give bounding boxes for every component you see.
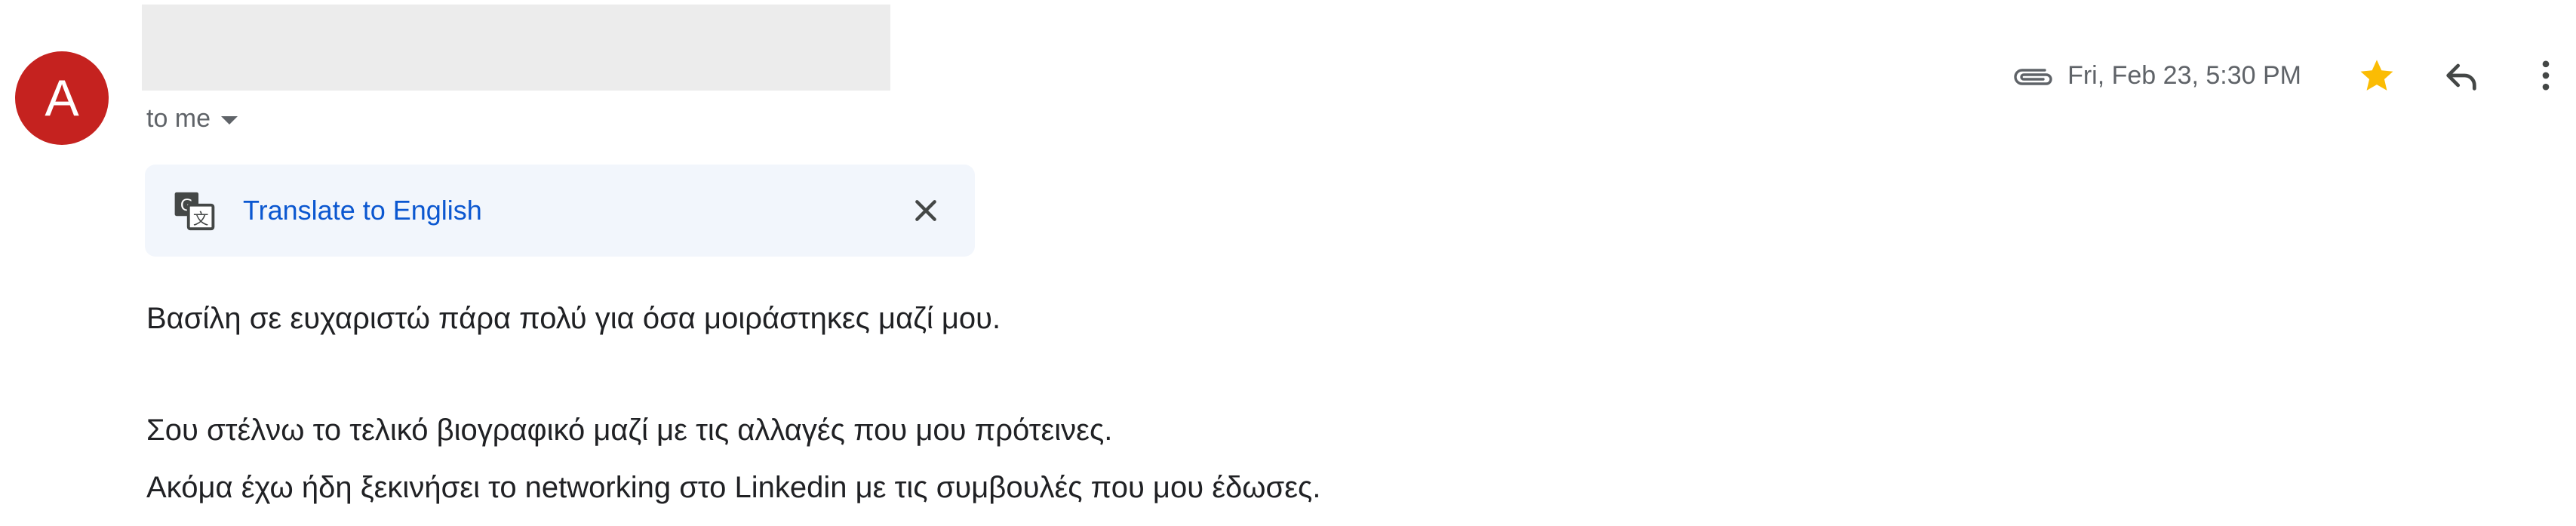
message-body-line: Σου στέλνω το τελικό βιογραφικό μαζί με … bbox=[146, 414, 1113, 447]
more-vert-icon[interactable] bbox=[2516, 45, 2576, 106]
sender-name-redacted bbox=[142, 5, 890, 91]
message-body-line: Ακόμα έχω ήδη ξεκινήσει το networking στ… bbox=[146, 471, 1321, 504]
svg-text:文: 文 bbox=[193, 210, 209, 228]
translate-icon: G 文 bbox=[172, 189, 216, 232]
recipient-details-toggle[interactable]: to me bbox=[146, 104, 238, 134]
reply-icon[interactable] bbox=[2431, 45, 2491, 106]
message-date: Fri, Feb 23, 5:30 PM bbox=[2067, 60, 2301, 90]
star-icon[interactable] bbox=[2347, 45, 2407, 106]
attachment-icon bbox=[2012, 60, 2054, 91]
message-body-line: Βασίλη σε ευχαριστώ πάρα πολύ για όσα μο… bbox=[146, 302, 1001, 335]
close-icon[interactable] bbox=[907, 192, 945, 229]
caret-down-icon[interactable] bbox=[221, 116, 238, 125]
recipient-label: to me bbox=[146, 104, 211, 133]
message-header-actions: Fri, Feb 23, 5:30 PM bbox=[2012, 45, 2576, 106]
translate-banner: G 文 Translate to English bbox=[145, 165, 975, 257]
sender-avatar[interactable]: A bbox=[15, 51, 109, 145]
translate-link[interactable]: Translate to English bbox=[243, 195, 482, 226]
